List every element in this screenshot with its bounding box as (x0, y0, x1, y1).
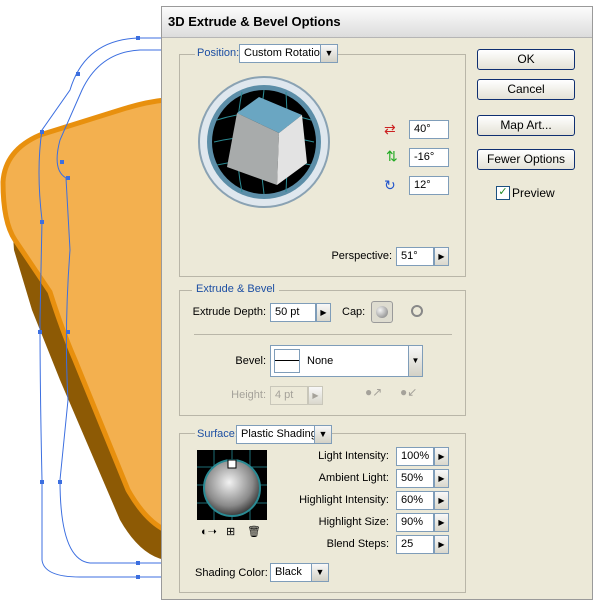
rotate-y-field[interactable]: -16° (409, 148, 449, 167)
dialog-title: 3D Extrude & Bevel Options (162, 7, 592, 38)
bevel-value: None (307, 355, 334, 367)
rotate-x-axis-icon: ⇄ (384, 121, 396, 137)
surface-type-value: Plastic Shading (241, 428, 317, 440)
extrude-divider (194, 334, 452, 335)
chevron-down-icon: ▼ (311, 564, 328, 581)
extrude-depth-field[interactable]: 50 pt (270, 303, 316, 322)
light-source-marker[interactable] (227, 459, 237, 469)
highlight-size-label: Highlight Size: (318, 516, 389, 528)
rotate-y-axis-icon: ⇅ (386, 148, 398, 164)
cap-on-icon (376, 306, 388, 318)
highlight-intensity-slider-button[interactable]: ▶ (434, 491, 449, 510)
map-art-button[interactable]: Map Art... (477, 115, 575, 136)
light-intensity-label: Light Intensity: (318, 450, 389, 462)
cancel-button[interactable]: Cancel (477, 79, 575, 100)
move-light-back-icon[interactable]: ◐➝ (201, 525, 217, 538)
highlight-size-field[interactable]: 90% (396, 513, 434, 532)
blend-steps-slider-button[interactable]: ▶ (434, 535, 449, 554)
preview-checkbox[interactable]: ✓ (496, 186, 510, 200)
rotate-z-field[interactable]: 12° (409, 176, 449, 195)
highlight-size-slider-button[interactable]: ▶ (434, 513, 449, 532)
bevel-extent-in-icon[interactable]: ●↙ (400, 385, 420, 403)
shading-color-value: Black (275, 566, 302, 578)
position-preset-dropdown[interactable]: Custom Rotation ▼ (239, 44, 338, 63)
delete-light-icon[interactable]: 🗑 (247, 525, 261, 538)
perspective-slider-button[interactable]: ▶ (434, 247, 449, 266)
bevel-preview-line (274, 349, 300, 373)
surface-type-dropdown[interactable]: Plastic Shading ▼ (236, 425, 332, 444)
bevel-dropdown[interactable]: None ▼ (270, 345, 423, 377)
new-light-icon[interactable]: ⊞ (226, 525, 235, 538)
position-preset-value: Custom Rotation (244, 47, 326, 59)
position-label: Position: (195, 47, 242, 59)
extrude-depth-label: Extrude Depth: (192, 306, 266, 318)
cap-off-button[interactable] (407, 301, 429, 323)
height-label: Height: (231, 389, 266, 401)
shading-color-label: Shading Color: (195, 567, 268, 579)
chevron-down-icon: ▼ (408, 346, 422, 376)
cap-label: Cap: (342, 306, 366, 318)
rotate-x-field[interactable]: 40° (409, 120, 449, 139)
artwork-face (0, 97, 168, 535)
height-slider-button[interactable]: ▶ (308, 386, 323, 405)
lighting-sphere-preview[interactable] (197, 450, 267, 520)
light-intensity-field[interactable]: 100% (396, 447, 434, 466)
ok-button[interactable]: OK (477, 49, 575, 70)
bevel-label: Bevel: (235, 355, 266, 367)
rotate-z-axis-icon: ↻ (384, 177, 396, 193)
extrude-depth-slider-button[interactable]: ▶ (316, 303, 331, 322)
shading-color-dropdown[interactable]: Black ▼ (270, 563, 329, 582)
extrude-bevel-legend: Extrude & Bevel (192, 283, 279, 295)
blend-steps-label: Blend Steps: (326, 538, 389, 550)
ambient-light-label: Ambient Light: (318, 472, 389, 484)
blend-steps-field[interactable]: 25 (396, 535, 434, 554)
preview-label: Preview (512, 186, 555, 200)
rotation-trackball[interactable] (197, 75, 331, 209)
cap-off-icon (411, 305, 423, 317)
ambient-light-slider-button[interactable]: ▶ (434, 469, 449, 488)
bevel-extent-out-icon[interactable]: ●↗ (365, 385, 385, 403)
highlight-intensity-label: Highlight Intensity: (299, 494, 389, 506)
chevron-down-icon: ▼ (314, 426, 331, 443)
ambient-light-field[interactable]: 50% (396, 469, 434, 488)
surface-label: Surface: (195, 428, 240, 440)
fewer-options-button[interactable]: Fewer Options (477, 149, 575, 170)
cap-on-button[interactable] (371, 301, 393, 323)
height-field[interactable]: 4 pt (270, 386, 308, 405)
highlight-intensity-field[interactable]: 60% (396, 491, 434, 510)
perspective-field[interactable]: 51° (396, 247, 434, 266)
extrude-bevel-dialog: 3D Extrude & Bevel Options Position: Cus… (161, 6, 593, 600)
chevron-down-icon: ▼ (320, 45, 337, 62)
perspective-label: Perspective: (331, 250, 392, 262)
light-intensity-slider-button[interactable]: ▶ (434, 447, 449, 466)
